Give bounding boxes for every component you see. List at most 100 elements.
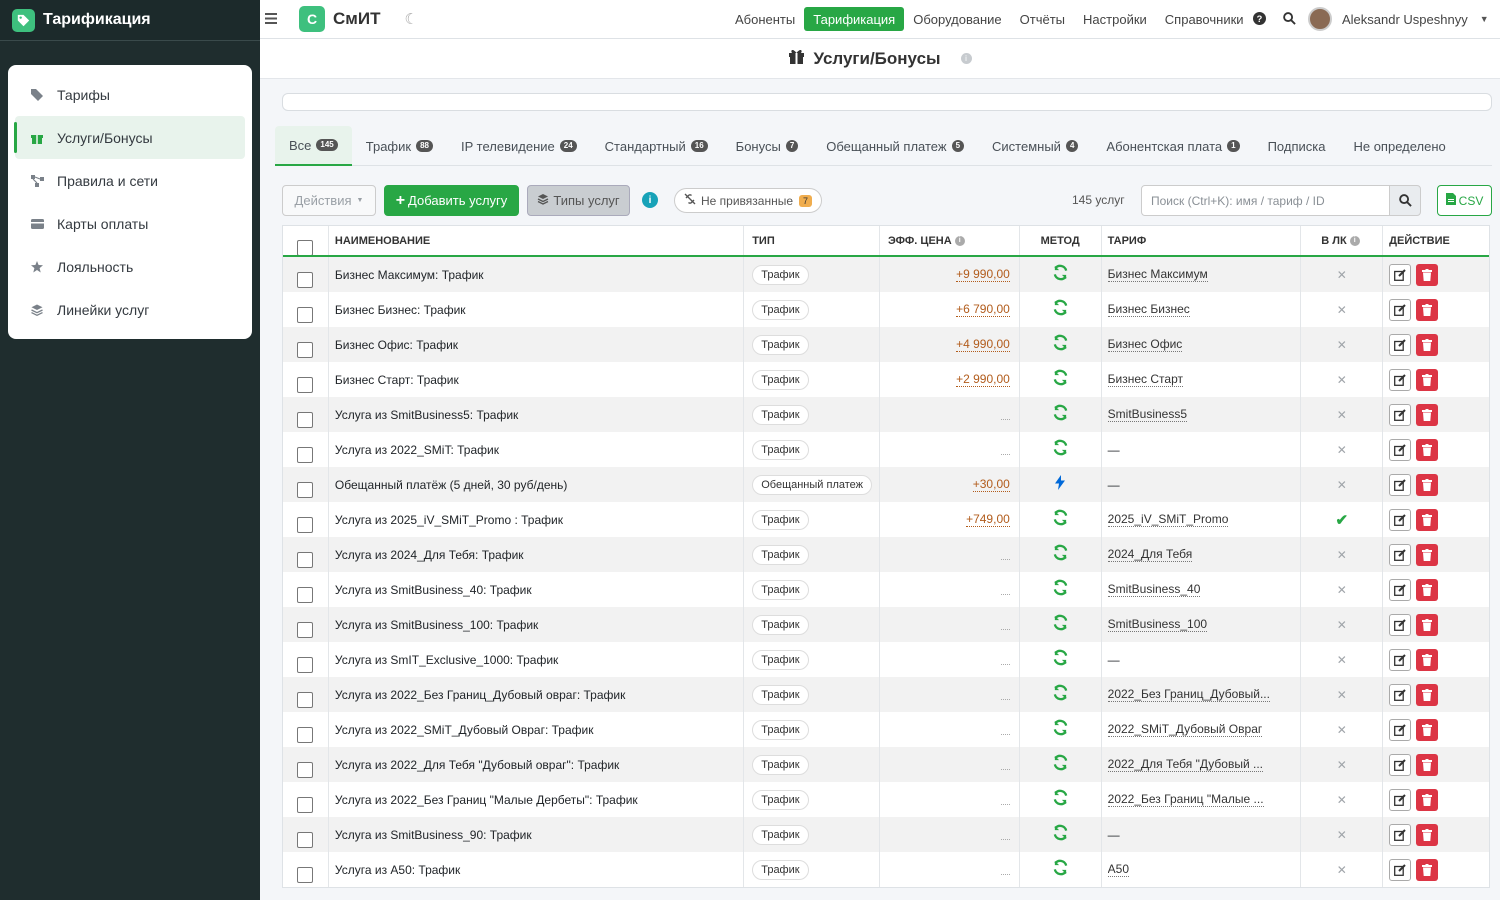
row-checkbox[interactable]	[297, 306, 314, 323]
service-name[interactable]: Услуга из 2022_Без Границ_Дубовый овраг:…	[329, 677, 745, 712]
column-header-name[interactable]: НАИМЕНОВАНИЕ	[329, 226, 745, 255]
column-header-lk[interactable]: В ЛК i	[1301, 226, 1384, 255]
service-name[interactable]: Услуга из SmIT_Exclusive_1000: Трафик	[329, 642, 745, 677]
service-name[interactable]: Услуга из 2022_Для Тебя "Дубовый овраг":…	[329, 747, 745, 782]
moon-theme-icon[interactable]: ☾	[404, 10, 417, 28]
effective-price-empty[interactable]	[1000, 410, 1010, 420]
effective-price-empty[interactable]	[1000, 795, 1010, 805]
effective-price-empty[interactable]	[1000, 725, 1010, 735]
effective-price-empty[interactable]	[1000, 690, 1010, 700]
row-checkbox[interactable]	[297, 271, 314, 288]
edit-button[interactable]	[1389, 788, 1412, 811]
service-name[interactable]: Бизнес Максимум: Трафик	[329, 257, 745, 292]
actions-dropdown-button[interactable]: Действия ▼	[282, 185, 376, 216]
row-checkbox[interactable]	[297, 481, 314, 498]
service-name[interactable]: Обещанный платёж (5 дней, 30 руб/день)	[329, 467, 745, 502]
sidebar-item-tag[interactable]: Тарифы	[8, 73, 252, 116]
effective-price-empty[interactable]	[1000, 830, 1010, 840]
delete-button[interactable]	[1416, 578, 1439, 601]
row-checkbox[interactable]	[297, 551, 314, 568]
row-checkbox[interactable]	[297, 621, 314, 638]
tab-4[interactable]: Бонусы 7	[722, 126, 813, 166]
edit-button[interactable]	[1389, 578, 1412, 601]
delete-button[interactable]	[1416, 753, 1439, 776]
row-checkbox[interactable]	[297, 341, 314, 358]
column-header-method[interactable]: МЕТОД	[1020, 226, 1102, 255]
tariff-link[interactable]: SmitBusiness_100	[1107, 617, 1208, 632]
hamburger-menu-icon[interactable]	[265, 11, 277, 28]
effective-price-empty[interactable]	[1000, 550, 1010, 560]
edit-button[interactable]	[1389, 613, 1412, 636]
service-name[interactable]: Бизнес Бизнес: Трафик	[329, 292, 745, 327]
service-name[interactable]: Услуга из 2024_Для Тебя: Трафик	[329, 537, 745, 572]
delete-button[interactable]	[1416, 473, 1439, 496]
filter-bar[interactable]	[282, 93, 1492, 111]
tariff-link[interactable]: Бизнес Офис	[1107, 337, 1183, 352]
add-service-button[interactable]: + Добавить услугу	[384, 185, 519, 216]
edit-button[interactable]	[1389, 263, 1412, 286]
tariff-link[interactable]: Бизнес Старт	[1107, 372, 1183, 387]
tariff-link[interactable]: Бизнес Бизнес	[1107, 302, 1190, 317]
edit-button[interactable]	[1389, 333, 1412, 356]
delete-button[interactable]	[1416, 333, 1439, 356]
service-name[interactable]: Услуга из 2022_SMiT_Дубовый Овраг: Трафи…	[329, 712, 745, 747]
service-name[interactable]: Бизнес Офис: Трафик	[329, 327, 745, 362]
delete-button[interactable]	[1416, 683, 1439, 706]
search-button[interactable]	[1389, 185, 1421, 216]
delete-button[interactable]	[1416, 438, 1439, 461]
row-checkbox[interactable]	[297, 866, 314, 883]
delete-button[interactable]	[1416, 263, 1439, 286]
tariff-link[interactable]: SmitBusiness_40	[1107, 582, 1201, 597]
tariff-link[interactable]: 2022_Без Границ_Дубовый...	[1107, 687, 1270, 702]
edit-button[interactable]	[1389, 858, 1412, 881]
edit-button[interactable]	[1389, 753, 1412, 776]
row-checkbox[interactable]	[297, 656, 314, 673]
select-all-checkbox[interactable]	[297, 239, 314, 255]
help-icon[interactable]: ?	[1248, 11, 1270, 28]
row-checkbox[interactable]	[297, 761, 314, 778]
edit-button[interactable]	[1389, 543, 1412, 566]
edit-button[interactable]	[1389, 683, 1412, 706]
effective-price[interactable]: +2 990,00	[956, 372, 1010, 387]
tariff-link[interactable]: 2022_SMiT_Дубовый Овраг	[1107, 722, 1263, 737]
edit-button[interactable]	[1389, 438, 1412, 461]
edit-button[interactable]	[1389, 403, 1412, 426]
effective-price[interactable]: +30,00	[972, 477, 1010, 492]
tab-9[interactable]: Не определено	[1339, 126, 1459, 166]
service-name[interactable]: Услуга из SmitBusiness5: Трафик	[329, 397, 745, 432]
tariff-link[interactable]: 2024_Для Тебя	[1107, 547, 1193, 562]
sidebar-item-card[interactable]: Карты оплаты	[8, 202, 252, 245]
effective-price-empty[interactable]	[1000, 620, 1010, 630]
delete-button[interactable]	[1416, 298, 1439, 321]
info-icon[interactable]: i	[954, 235, 965, 246]
service-name[interactable]: Услуга из SmitBusiness_100: Трафик	[329, 607, 745, 642]
delete-button[interactable]	[1416, 403, 1439, 426]
delete-button[interactable]	[1416, 718, 1439, 741]
delete-button[interactable]	[1416, 613, 1439, 636]
delete-button[interactable]	[1416, 543, 1439, 566]
edit-button[interactable]	[1389, 368, 1412, 391]
smit-logo-icon[interactable]: С	[299, 6, 325, 32]
edit-button[interactable]	[1389, 473, 1412, 496]
nav-link-3[interactable]: Отчёты	[1011, 7, 1074, 31]
effective-price-empty[interactable]	[1000, 760, 1010, 770]
tab-5[interactable]: Обещанный платеж 5	[812, 126, 978, 166]
row-checkbox[interactable]	[297, 446, 314, 463]
nav-link-0[interactable]: Абоненты	[726, 7, 804, 31]
effective-price-empty[interactable]	[1000, 585, 1010, 595]
sidebar-item-layers[interactable]: Линейки услуг	[8, 288, 252, 331]
effective-price[interactable]: +4 990,00	[956, 337, 1010, 352]
sidebar-item-star[interactable]: Лояльность	[8, 245, 252, 288]
tariff-link[interactable]: SmitBusiness5	[1107, 407, 1188, 422]
tariff-link[interactable]: A50	[1107, 862, 1130, 877]
row-checkbox[interactable]	[297, 726, 314, 743]
edit-button[interactable]	[1389, 718, 1412, 741]
tab-3[interactable]: Стандартный 16	[591, 126, 722, 166]
csv-export-button[interactable]: CSV	[1437, 185, 1492, 216]
row-checkbox[interactable]	[297, 831, 314, 848]
effective-price-empty[interactable]	[1000, 445, 1010, 455]
nav-link-2[interactable]: Оборудование	[904, 7, 1010, 31]
tariff-link[interactable]: 2022_Без Границ "Малые ...	[1107, 792, 1264, 807]
nav-link-5[interactable]: Справочники	[1156, 7, 1253, 31]
service-name[interactable]: Услуга из 2025_iV_SMiT_Promo : Трафик	[329, 502, 745, 537]
